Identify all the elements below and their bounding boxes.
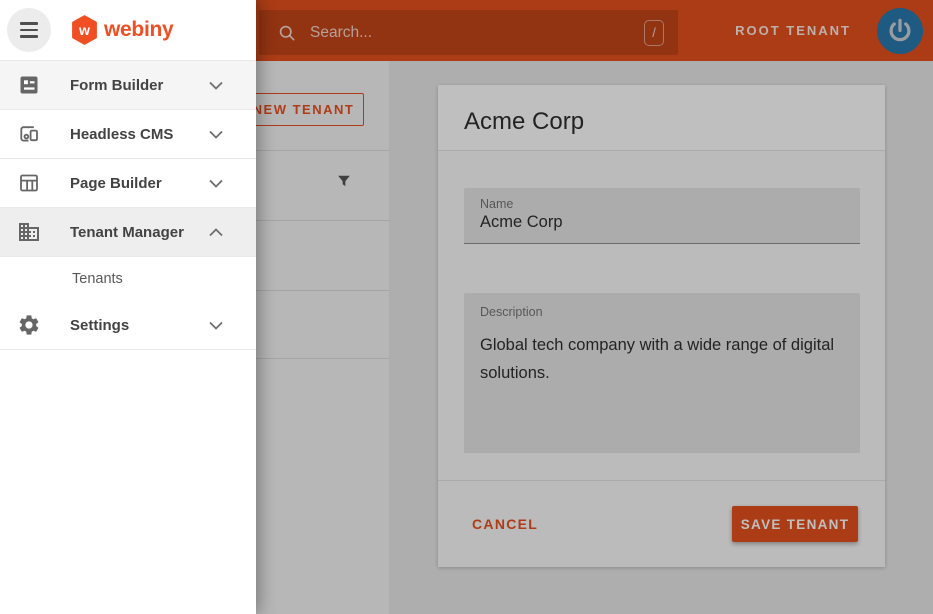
chevron-up-icon — [209, 228, 223, 237]
sidebar-item-headless-cms[interactable]: Headless CMS — [0, 110, 256, 159]
webiny-wordmark: webiny — [104, 18, 173, 42]
webiny-hexagon-icon: w — [71, 15, 98, 45]
page-builder-icon — [17, 171, 41, 195]
sidebar-item-tenants[interactable]: Tenants — [0, 257, 256, 301]
navigation-drawer: w webiny Form Builder Headless CMS — [0, 0, 256, 614]
svg-text:w: w — [78, 22, 90, 38]
sidebar-item-settings[interactable]: Settings — [0, 301, 256, 350]
tenant-manager-icon — [17, 220, 41, 244]
webiny-logo[interactable]: w webiny — [71, 15, 173, 45]
hamburger-icon — [20, 22, 38, 24]
chevron-down-icon — [209, 81, 223, 90]
sidebar-item-tenant-manager[interactable]: Tenant Manager — [0, 208, 256, 257]
app-screen: / ROOT TENANT NEW TENANT Acme Corp Name — [0, 0, 933, 614]
chevron-down-icon — [209, 321, 223, 330]
settings-icon — [17, 313, 41, 337]
form-builder-icon — [17, 73, 41, 97]
chevron-down-icon — [209, 130, 223, 139]
sidebar-item-page-builder[interactable]: Page Builder — [0, 159, 256, 208]
headless-cms-icon — [17, 122, 41, 146]
sidebar-item-form-builder[interactable]: Form Builder — [0, 61, 256, 110]
chevron-down-icon — [209, 179, 223, 188]
drawer-header: w webiny — [0, 0, 256, 61]
hamburger-menu-button[interactable] — [7, 8, 51, 52]
